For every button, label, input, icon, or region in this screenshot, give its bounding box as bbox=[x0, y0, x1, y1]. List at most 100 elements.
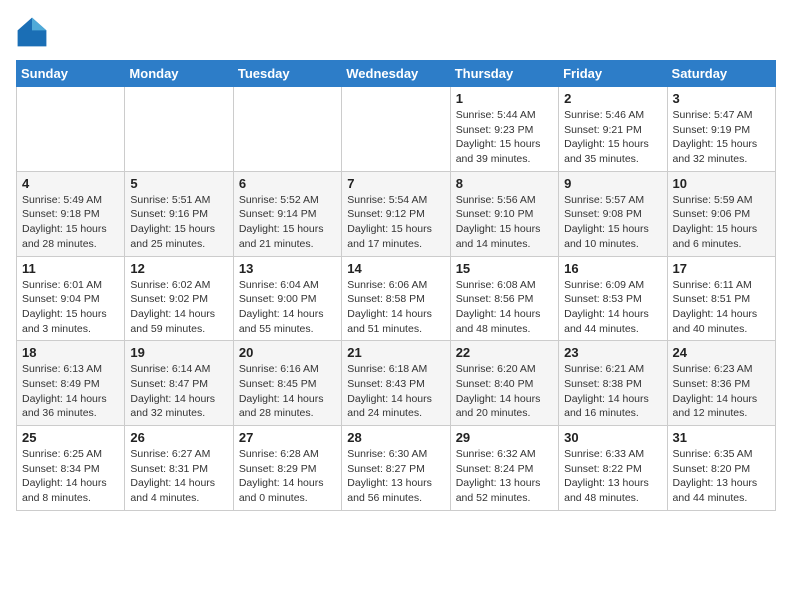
day-number: 2 bbox=[564, 91, 661, 106]
calendar-cell: 16 Sunrise: 6:09 AMSunset: 8:53 PMDayligh… bbox=[559, 256, 667, 341]
day-info: Sunrise: 5:57 AMSunset: 9:08 PMDaylight:… bbox=[564, 193, 661, 252]
calendar-cell: 12 Sunrise: 6:02 AMSunset: 9:02 PMDayligh… bbox=[125, 256, 233, 341]
day-number: 1 bbox=[456, 91, 553, 106]
calendar-cell: 21 Sunrise: 6:18 AMSunset: 8:43 PMDayligh… bbox=[342, 341, 450, 426]
day-info: Sunrise: 6:02 AMSunset: 9:02 PMDaylight:… bbox=[130, 278, 227, 337]
day-info: Sunrise: 6:28 AMSunset: 8:29 PMDaylight:… bbox=[239, 447, 336, 506]
day-number: 26 bbox=[130, 430, 227, 445]
calendar-cell: 10 Sunrise: 5:59 AMSunset: 9:06 PMDayligh… bbox=[667, 171, 775, 256]
day-number: 25 bbox=[22, 430, 119, 445]
day-number: 14 bbox=[347, 261, 444, 276]
day-info: Sunrise: 6:21 AMSunset: 8:38 PMDaylight:… bbox=[564, 362, 661, 421]
calendar-week-row: 4 Sunrise: 5:49 AMSunset: 9:18 PMDaylight… bbox=[17, 171, 776, 256]
day-number: 10 bbox=[673, 176, 770, 191]
day-number: 11 bbox=[22, 261, 119, 276]
day-info: Sunrise: 6:01 AMSunset: 9:04 PMDaylight:… bbox=[22, 278, 119, 337]
day-info: Sunrise: 6:23 AMSunset: 8:36 PMDaylight:… bbox=[673, 362, 770, 421]
calendar-cell bbox=[17, 87, 125, 172]
day-info: Sunrise: 6:25 AMSunset: 8:34 PMDaylight:… bbox=[22, 447, 119, 506]
day-number: 19 bbox=[130, 345, 227, 360]
day-info: Sunrise: 6:04 AMSunset: 9:00 PMDaylight:… bbox=[239, 278, 336, 337]
day-info: Sunrise: 6:33 AMSunset: 8:22 PMDaylight:… bbox=[564, 447, 661, 506]
day-info: Sunrise: 6:13 AMSunset: 8:49 PMDaylight:… bbox=[22, 362, 119, 421]
calendar-cell: 24 Sunrise: 6:23 AMSunset: 8:36 PMDayligh… bbox=[667, 341, 775, 426]
day-info: Sunrise: 6:18 AMSunset: 8:43 PMDaylight:… bbox=[347, 362, 444, 421]
calendar-cell: 27 Sunrise: 6:28 AMSunset: 8:29 PMDayligh… bbox=[233, 426, 341, 511]
weekday-header: Saturday bbox=[667, 61, 775, 87]
day-info: Sunrise: 5:59 AMSunset: 9:06 PMDaylight:… bbox=[673, 193, 770, 252]
day-info: Sunrise: 6:14 AMSunset: 8:47 PMDaylight:… bbox=[130, 362, 227, 421]
weekday-header: Monday bbox=[125, 61, 233, 87]
day-info: Sunrise: 5:51 AMSunset: 9:16 PMDaylight:… bbox=[130, 193, 227, 252]
day-info: Sunrise: 6:32 AMSunset: 8:24 PMDaylight:… bbox=[456, 447, 553, 506]
logo bbox=[16, 16, 52, 48]
calendar-cell: 23 Sunrise: 6:21 AMSunset: 8:38 PMDayligh… bbox=[559, 341, 667, 426]
calendar-cell: 19 Sunrise: 6:14 AMSunset: 8:47 PMDayligh… bbox=[125, 341, 233, 426]
day-info: Sunrise: 6:35 AMSunset: 8:20 PMDaylight:… bbox=[673, 447, 770, 506]
day-number: 29 bbox=[456, 430, 553, 445]
calendar-cell: 8 Sunrise: 5:56 AMSunset: 9:10 PMDaylight… bbox=[450, 171, 558, 256]
day-number: 13 bbox=[239, 261, 336, 276]
calendar-cell: 29 Sunrise: 6:32 AMSunset: 8:24 PMDayligh… bbox=[450, 426, 558, 511]
calendar-week-row: 25 Sunrise: 6:25 AMSunset: 8:34 PMDayligh… bbox=[17, 426, 776, 511]
day-info: Sunrise: 6:09 AMSunset: 8:53 PMDaylight:… bbox=[564, 278, 661, 337]
calendar-cell: 18Sunrise: 6:13 AMSunset: 8:49 PMDayligh… bbox=[17, 341, 125, 426]
calendar-cell: 7Sunrise: 5:54 AMSunset: 9:12 PMDaylight… bbox=[342, 171, 450, 256]
calendar-header-row: SundayMondayTuesdayWednesdayThursdayFrid… bbox=[17, 61, 776, 87]
calendar-cell: 9 Sunrise: 5:57 AMSunset: 9:08 PMDaylight… bbox=[559, 171, 667, 256]
calendar-cell bbox=[125, 87, 233, 172]
day-info: Sunrise: 6:11 AMSunset: 8:51 PMDaylight:… bbox=[673, 278, 770, 337]
calendar-cell: 22Sunrise: 6:20 AMSunset: 8:40 PMDayligh… bbox=[450, 341, 558, 426]
day-info: Sunrise: 5:49 AMSunset: 9:18 PMDaylight:… bbox=[22, 193, 119, 252]
day-info: Sunrise: 5:54 AMSunset: 9:12 PMDaylight:… bbox=[347, 193, 444, 252]
calendar-cell: 3Sunrise: 5:47 AMSunset: 9:19 PMDaylight… bbox=[667, 87, 775, 172]
day-info: Sunrise: 6:08 AMSunset: 8:56 PMDaylight:… bbox=[456, 278, 553, 337]
calendar-cell: 5 Sunrise: 5:51 AMSunset: 9:16 PMDaylight… bbox=[125, 171, 233, 256]
day-info: Sunrise: 6:30 AMSunset: 8:27 PMDaylight:… bbox=[347, 447, 444, 506]
calendar-cell: 1 Sunrise: 5:44 AMSunset: 9:23 PMDaylight… bbox=[450, 87, 558, 172]
day-number: 30 bbox=[564, 430, 661, 445]
day-number: 27 bbox=[239, 430, 336, 445]
day-number: 17 bbox=[673, 261, 770, 276]
calendar-cell: 15 Sunrise: 6:08 AMSunset: 8:56 PMDayligh… bbox=[450, 256, 558, 341]
day-number: 12 bbox=[130, 261, 227, 276]
calendar-cell: 20Sunrise: 6:16 AMSunset: 8:45 PMDayligh… bbox=[233, 341, 341, 426]
calendar-cell: 30 Sunrise: 6:33 AMSunset: 8:22 PMDayligh… bbox=[559, 426, 667, 511]
day-info: Sunrise: 5:44 AMSunset: 9:23 PMDaylight:… bbox=[456, 108, 553, 167]
calendar-week-row: 11 Sunrise: 6:01 AMSunset: 9:04 PMDayligh… bbox=[17, 256, 776, 341]
day-number: 15 bbox=[456, 261, 553, 276]
day-info: Sunrise: 5:47 AMSunset: 9:19 PMDaylight:… bbox=[673, 108, 770, 167]
weekday-header: Tuesday bbox=[233, 61, 341, 87]
calendar-cell: 28 Sunrise: 6:30 AMSunset: 8:27 PMDayligh… bbox=[342, 426, 450, 511]
day-number: 21 bbox=[347, 345, 444, 360]
calendar-cell: 17 Sunrise: 6:11 AMSunset: 8:51 PMDayligh… bbox=[667, 256, 775, 341]
day-number: 4 bbox=[22, 176, 119, 191]
day-info: Sunrise: 5:52 AMSunset: 9:14 PMDaylight:… bbox=[239, 193, 336, 252]
day-number: 6 bbox=[239, 176, 336, 191]
day-info: Sunrise: 5:56 AMSunset: 9:10 PMDaylight:… bbox=[456, 193, 553, 252]
weekday-header: Thursday bbox=[450, 61, 558, 87]
day-number: 28 bbox=[347, 430, 444, 445]
day-number: 24 bbox=[673, 345, 770, 360]
day-number: 20 bbox=[239, 345, 336, 360]
weekday-header: Friday bbox=[559, 61, 667, 87]
day-info: Sunrise: 6:06 AMSunset: 8:58 PMDaylight:… bbox=[347, 278, 444, 337]
day-number: 16 bbox=[564, 261, 661, 276]
calendar-cell bbox=[342, 87, 450, 172]
day-info: Sunrise: 5:46 AMSunset: 9:21 PMDaylight:… bbox=[564, 108, 661, 167]
day-number: 5 bbox=[130, 176, 227, 191]
calendar-cell: 2 Sunrise: 5:46 AMSunset: 9:21 PMDaylight… bbox=[559, 87, 667, 172]
calendar-cell: 4 Sunrise: 5:49 AMSunset: 9:18 PMDaylight… bbox=[17, 171, 125, 256]
weekday-header: Sunday bbox=[17, 61, 125, 87]
day-info: Sunrise: 6:27 AMSunset: 8:31 PMDaylight:… bbox=[130, 447, 227, 506]
day-info: Sunrise: 6:20 AMSunset: 8:40 PMDaylight:… bbox=[456, 362, 553, 421]
calendar-week-row: 1 Sunrise: 5:44 AMSunset: 9:23 PMDaylight… bbox=[17, 87, 776, 172]
calendar-cell: 25 Sunrise: 6:25 AMSunset: 8:34 PMDayligh… bbox=[17, 426, 125, 511]
day-number: 8 bbox=[456, 176, 553, 191]
calendar-cell bbox=[233, 87, 341, 172]
calendar-cell: 13 Sunrise: 6:04 AMSunset: 9:00 PMDayligh… bbox=[233, 256, 341, 341]
page-header bbox=[16, 16, 776, 48]
day-number: 9 bbox=[564, 176, 661, 191]
day-number: 23 bbox=[564, 345, 661, 360]
calendar-cell: 31Sunrise: 6:35 AMSunset: 8:20 PMDayligh… bbox=[667, 426, 775, 511]
